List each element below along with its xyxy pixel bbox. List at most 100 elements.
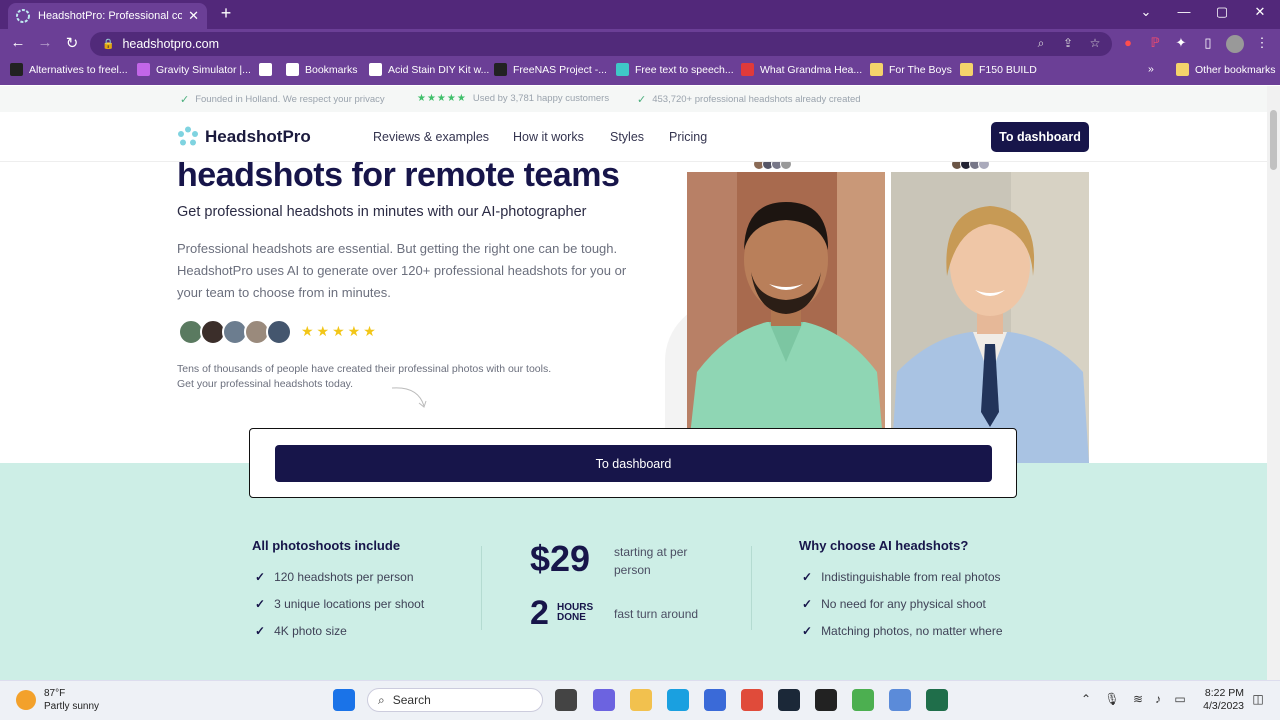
start-windows-icon[interactable] [333,689,355,711]
hero-subtitle: Get professional headshots in minutes wi… [177,204,587,220]
webpage: ✓ Founded in Holland. We respect your pri… [0,86,1267,680]
chrome-icon[interactable] [741,689,763,711]
why-heading: Why choose AI headshots? [799,538,969,553]
page-scrollbar[interactable] [1267,86,1280,680]
other-bookmarks[interactable]: Other bookmarks [1176,63,1276,76]
bookmark-item[interactable]: F150 BUILD [960,63,1037,76]
clock-time: 8:22 PM [1204,687,1244,699]
bookmark-label: Gravity Simulator |... [156,63,251,76]
close-tab-icon[interactable]: ✕ [188,8,199,24]
weather-condition: Partly sunny [44,701,100,712]
back-icon[interactable]: ← [8,34,28,51]
steam-icon[interactable] [778,689,800,711]
bookmark-item[interactable]: Free text to speech... [616,63,734,76]
active-tab[interactable]: HeadshotPro: Professional corpo ✕ [8,3,207,29]
nav-how-it-works[interactable]: How it works [513,130,584,144]
chrome-profile-icon[interactable] [852,689,874,711]
wifi-icon[interactable]: ≋ [1130,692,1146,706]
divider [481,546,482,630]
microphone-icon[interactable]: 🎙 [1104,692,1120,706]
bookmark-item[interactable] [259,63,278,76]
menu-kebab-icon[interactable]: ⋮ [1253,35,1271,51]
weather-widget[interactable]: 87°F Partly sunny [16,687,99,713]
check-icon: ✓ [255,624,266,638]
bookmark-item[interactable]: Acid Stain DIY Kit w... [369,63,489,76]
includes-heading: All photoshoots include [252,538,401,553]
trust-headshots: 453,720+ professional headshots already … [652,94,861,105]
trust-customers: Used by 3,781 happy customers [472,93,610,104]
rating-stars: ★★★★★ [417,93,467,104]
edge-icon[interactable] [667,689,689,711]
share-icon[interactable]: ⇪ [1059,36,1077,50]
list-item: ✓ 3 unique locations per shoot [255,597,425,611]
check-icon: ✓ [802,570,813,584]
zoom-icon[interactable]: ⌕ [1032,36,1050,51]
bookmark-item[interactable]: For The Boys [870,63,952,76]
address-bar[interactable]: 🔒 headshotpro.com [90,32,1112,56]
cta-dashboard-button[interactable]: To dashboard [275,445,992,482]
search-icon: ⌕ [378,692,385,707]
side-panel-icon[interactable]: ▯ [1199,35,1217,51]
system-clock[interactable]: 8:22 PM 4/3/2023 [1196,687,1244,713]
url-text: headshotpro.com [122,37,220,51]
app-chart-icon[interactable] [889,689,911,711]
bookmark-favicon-icon [960,63,973,76]
store-icon[interactable] [704,689,726,711]
bookmark-item[interactable]: Bookmarks [286,63,358,76]
more-bookmarks-icon[interactable]: » [1148,63,1154,75]
minimize-icon[interactable]: — [1172,4,1196,19]
volume-icon[interactable]: ♪ [1150,692,1166,706]
close-window-icon[interactable]: ✕ [1248,4,1272,20]
extension-red-icon[interactable]: ● [1119,35,1137,50]
divider [751,546,752,630]
star-bookmark-icon[interactable]: ☆ [1086,36,1104,50]
taskbar-search[interactable]: ⌕ Search [367,688,543,712]
check-icon: ✓ [637,94,647,106]
maximize-icon[interactable]: ▢ [1210,4,1234,20]
bookmark-label: Free text to speech... [635,63,734,76]
bookmark-item[interactable]: Gravity Simulator |... [137,63,251,76]
bookmark-label: Alternatives to freel... [29,63,128,76]
bookmark-favicon-icon [369,63,382,76]
extensions-puzzle-icon[interactable]: ✦ [1172,35,1190,51]
tray-chevron-icon[interactable]: ⌃ [1078,692,1094,706]
forward-icon[interactable]: → [35,34,55,51]
bookmark-item[interactable]: Alternatives to freel... [10,63,128,76]
file-explorer-icon[interactable] [630,689,652,711]
to-dashboard-button[interactable]: To dashboard [991,122,1089,152]
customer-avatar [266,319,292,345]
battery-icon[interactable]: ▭ [1172,692,1188,706]
hero-rating-stars: ★★★★★ [301,323,379,339]
app-icon[interactable] [815,689,837,711]
tab-title: HeadshotPro: Professional corpo [38,10,183,22]
task-view-icon[interactable] [555,689,577,711]
teams-chat-icon[interactable] [593,689,615,711]
trust-bar: ✓ Founded in Holland. We respect your pri… [0,86,1267,112]
pinterest-icon[interactable]: ℙ [1146,35,1164,51]
list-item: ✓ 4K photo size [255,624,347,638]
nav-pricing[interactable]: Pricing [669,130,707,144]
list-item: ✓ 120 headshots per person [255,570,414,584]
new-tab-icon[interactable]: + [216,3,236,24]
site-logo[interactable]: HeadshotPro [177,126,311,148]
terminal-icon[interactable] [926,689,948,711]
check-icon: ✓ [802,597,813,611]
scrollbar-thumb[interactable] [1270,110,1277,170]
check-icon: ✓ [255,570,266,584]
bookmark-label: F150 BUILD [979,63,1037,76]
bookmark-item[interactable]: What Grandma Hea... [741,63,862,76]
bookmark-item[interactable]: FreeNAS Project -... [494,63,607,76]
notifications-icon[interactable]: ◫ [1250,692,1266,706]
nav-styles[interactable]: Styles [610,130,644,144]
turnaround-unit: HOURS DONE [557,602,594,623]
lock-icon: 🔒 [102,38,115,50]
bookmark-label: For The Boys [889,63,952,76]
tab-search-chevron-icon[interactable]: ⌄ [1134,4,1158,20]
temperature: 87°F [44,688,66,699]
profile-avatar[interactable] [1226,35,1244,53]
bookmark-favicon-icon [259,63,272,76]
bookmark-favicon-icon [494,63,507,76]
nav-reviews[interactable]: Reviews & examples [373,130,489,144]
reload-icon[interactable]: ↻ [62,34,82,52]
headshotpro-favicon-icon [16,9,30,23]
